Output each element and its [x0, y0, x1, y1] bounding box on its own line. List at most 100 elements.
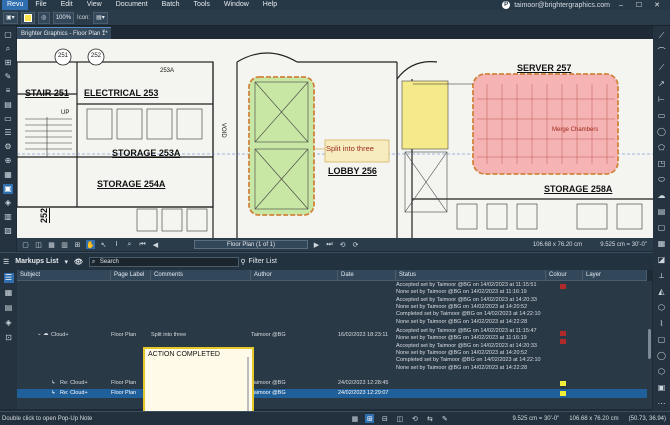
zoom-level[interactable]: 100% — [52, 11, 75, 24]
document-tab[interactable]: Brighter Graphics - Floor Plan 1* — [17, 27, 111, 39]
capsule-icon[interactable]: ⬭ — [656, 174, 667, 185]
minimize-button[interactable]: – — [614, 2, 628, 9]
menu-view[interactable]: View — [80, 0, 109, 10]
sync-icon[interactable]: ⇆ — [425, 414, 434, 423]
callout-merge-chambers[interactable]: Merge Chambers — [552, 127, 598, 133]
measure-icon[interactable]: ⟂ — [656, 270, 667, 281]
single-page-icon[interactable]: ▢ — [21, 240, 30, 249]
color-picker[interactable] — [20, 11, 35, 24]
search-input[interactable]: ⌕ Search — [88, 256, 239, 267]
snap-content-icon[interactable]: ⊟ — [380, 414, 389, 423]
area-icon[interactable]: ◭ — [656, 286, 667, 297]
split-view-icon[interactable]: ◫ — [34, 240, 43, 249]
table-scrollbar[interactable] — [647, 281, 652, 409]
col-author[interactable]: Author — [251, 270, 338, 281]
col-layer[interactable]: Layer — [583, 270, 647, 281]
close-window-button[interactable]: ✕ — [650, 1, 664, 9]
highlight-icon[interactable]: ⌇ — [656, 318, 667, 329]
back-icon[interactable]: ⟲ — [338, 240, 347, 249]
next-page-icon[interactable]: ▶ — [312, 240, 321, 249]
last-page-icon[interactable]: ⏭ — [325, 240, 334, 249]
filter-list-button[interactable]: ⚲ Filter List — [240, 258, 277, 266]
list-icon[interactable]: ☰ — [3, 258, 9, 266]
list-icon[interactable]: ☰ — [3, 128, 13, 138]
opacity-icon-button[interactable]: ◎ — [37, 11, 50, 24]
user-account[interactable]: P taimoor@brightergraphics.com – ☐ ✕ — [502, 1, 670, 9]
pin-icon[interactable]: ⊡ — [4, 333, 14, 343]
col-status[interactable]: Status — [396, 270, 546, 281]
properties-icon[interactable]: ▤ — [3, 100, 13, 110]
menu-revu[interactable]: Revu — [2, 0, 29, 10]
tiles-icon[interactable]: ▦ — [4, 288, 14, 298]
arrow-icon[interactable]: ↗ — [656, 78, 667, 89]
markup-icon[interactable]: ✎ — [440, 414, 449, 423]
col-page-label[interactable]: Page Label — [111, 270, 151, 281]
markup-tool-dropdown[interactable]: ▣▾ — [3, 11, 18, 24]
thumbnails-icon[interactable]: ▢ — [3, 30, 13, 40]
stack-icon[interactable]: ◈ — [4, 318, 14, 328]
tab-close-icon[interactable]: × — [102, 29, 106, 35]
rectangle-icon[interactable]: ▭ — [656, 110, 667, 121]
eraser-icon[interactable]: ◪ — [656, 254, 667, 265]
document-icon[interactable]: ▭ — [3, 114, 13, 124]
tile-icon[interactable]: ▨ — [3, 226, 13, 236]
col-comments[interactable]: Comments — [151, 270, 251, 281]
summary-icon[interactable]: ▤ — [4, 303, 14, 313]
polyline-icon[interactable]: ⟋ — [656, 62, 667, 73]
list-view-icon[interactable]: ☰ — [3, 273, 14, 283]
polygon-icon[interactable]: ⬠ — [656, 142, 667, 153]
sync-icon[interactable]: ⊞ — [73, 240, 82, 249]
note-scrollbar[interactable] — [247, 357, 249, 419]
visibility-icon[interactable]: 👁 — [74, 258, 83, 266]
menu-file[interactable]: File — [28, 0, 53, 10]
col-colour[interactable]: Colour — [546, 270, 583, 281]
text-box-icon[interactable]: ▤ — [656, 206, 667, 217]
expand-chevron-icon[interactable]: ⌄ — [37, 331, 42, 337]
note-icon[interactable]: ▢ — [656, 222, 667, 233]
image-icon[interactable]: ▣ — [656, 382, 667, 393]
menu-tools[interactable]: Tools — [187, 0, 217, 10]
zoom-icon[interactable]: ⌕ — [125, 240, 134, 249]
icon-dropdown[interactable]: ▤▾ — [93, 11, 108, 24]
forward-icon[interactable]: ⟳ — [351, 240, 360, 249]
dropdown-icon[interactable]: ▾ — [64, 258, 68, 266]
line-icon[interactable]: ⟋ — [656, 30, 667, 41]
dimension-icon[interactable]: ⊢ — [656, 94, 667, 105]
snap-markup-icon[interactable]: ◫ — [395, 414, 404, 423]
links-icon[interactable]: ⊕ — [3, 156, 13, 166]
layers-icon[interactable]: ≡ — [3, 86, 13, 96]
scrollbar-thumb[interactable] — [648, 329, 651, 359]
stack-icon[interactable]: ◈ — [3, 198, 13, 208]
cloud-icon[interactable]: ☁ — [656, 190, 667, 201]
callout-split-into-three[interactable]: Split into three — [326, 144, 374, 153]
search-icon[interactable]: ⌕ — [3, 44, 13, 54]
grid-icon[interactable]: ▦ — [3, 170, 13, 180]
menu-batch[interactable]: Batch — [155, 0, 187, 10]
col-subject[interactable]: Subject — [17, 270, 111, 281]
menu-edit[interactable]: Edit — [54, 0, 80, 10]
page-indicator[interactable]: Floor Plan (1 of 1) — [194, 240, 308, 249]
pan-tool-icon[interactable]: ✋ — [86, 240, 95, 249]
hexagon-icon[interactable]: ⬡ — [656, 366, 667, 377]
col-date[interactable]: Date — [338, 270, 396, 281]
ellipse-icon[interactable]: ◯ — [656, 126, 667, 137]
box-icon[interactable]: ▢ — [656, 334, 667, 345]
reuse-icon[interactable]: ⟲ — [410, 414, 419, 423]
more-icon[interactable]: ⋯ — [656, 398, 667, 409]
text-select-icon[interactable]: I — [112, 240, 121, 249]
bookmarks-icon[interactable]: ⊞ — [3, 58, 13, 68]
volume-icon[interactable]: ⬡ — [656, 302, 667, 313]
studio-icon[interactable]: ▣ — [3, 184, 13, 194]
arc-icon[interactable]: ⌒ — [656, 46, 667, 57]
grid-icon[interactable]: ▦ — [350, 414, 359, 423]
menu-window[interactable]: Window — [217, 0, 256, 10]
maximize-button[interactable]: ☐ — [632, 1, 646, 9]
continuous-icon[interactable]: ▥ — [60, 240, 69, 249]
select-tool-icon[interactable]: ↖ — [99, 240, 108, 249]
note-text[interactable]: ACTION COMPLETED — [148, 351, 220, 358]
grid-view-icon[interactable]: ▦ — [47, 240, 56, 249]
menu-help[interactable]: Help — [256, 0, 284, 10]
callout-icon[interactable]: ◳ — [656, 158, 667, 169]
settings-icon[interactable]: ⚙ — [3, 142, 13, 152]
lock-icon[interactable]: ▥ — [3, 212, 13, 222]
